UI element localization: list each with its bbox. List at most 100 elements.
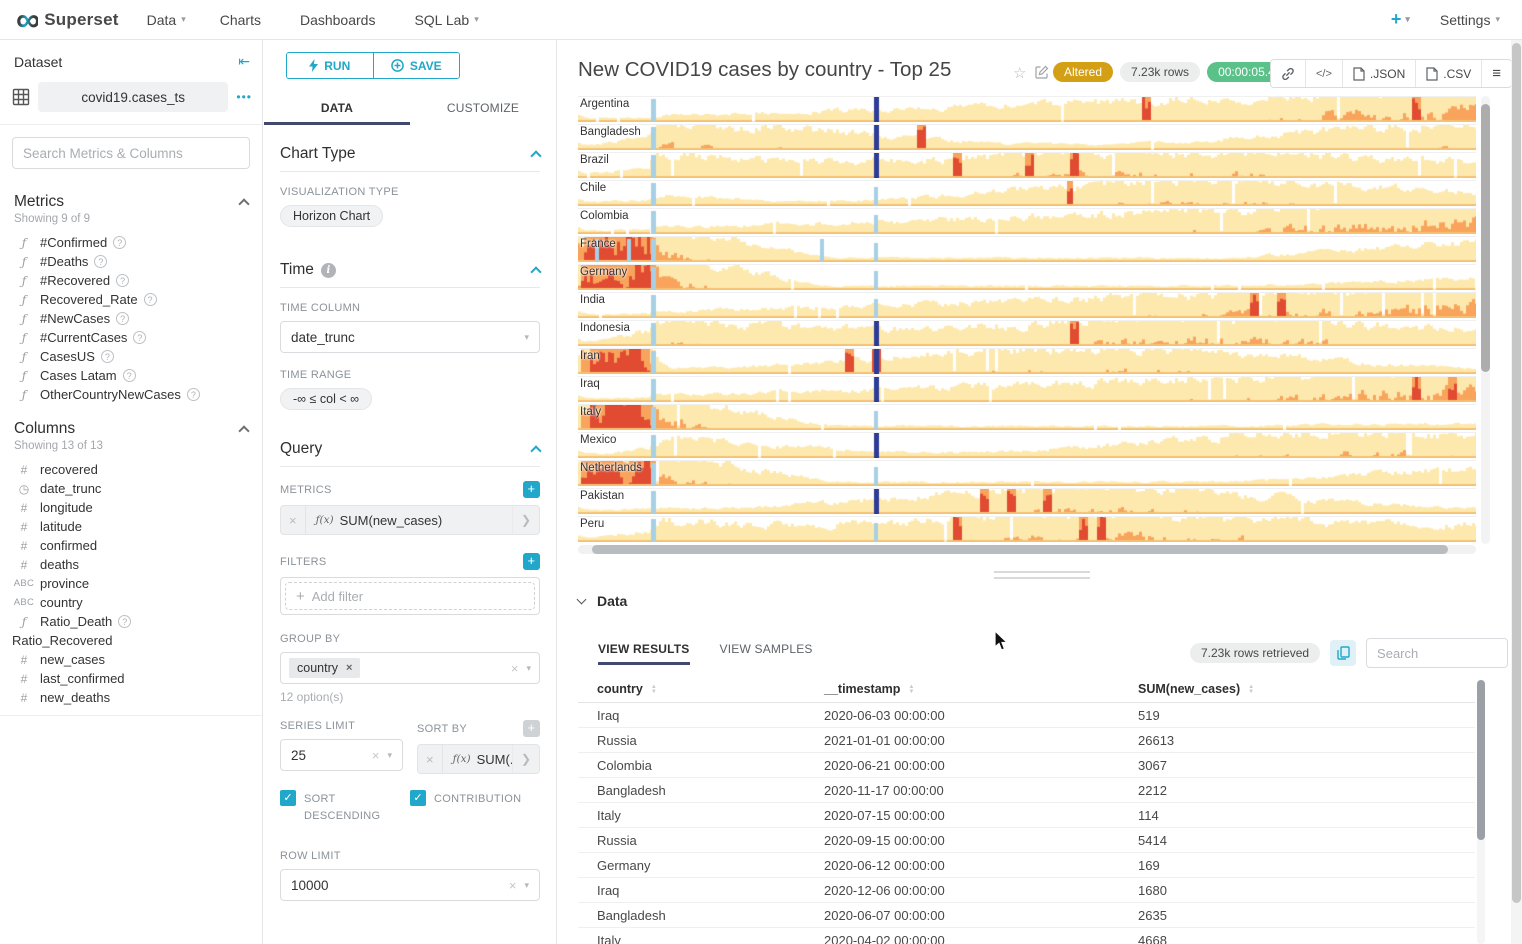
metric-item[interactable]: ƒ #CurrentCases ? (0, 328, 262, 347)
column-item[interactable]: # new_cases ? (0, 650, 262, 669)
series-limit-select[interactable]: 25 × ▾ (280, 739, 403, 771)
info-icon[interactable]: i (321, 263, 336, 278)
export-csv-button[interactable]: .CSV (1416, 60, 1482, 87)
tab-view-results[interactable]: VIEW RESULTS (598, 642, 690, 665)
metric-item[interactable]: ƒ Recovered_Rate ? (0, 290, 262, 309)
column-item[interactable]: # confirmed ? (0, 536, 262, 555)
tab-data[interactable]: DATA (264, 93, 410, 125)
expand-metric-icon[interactable]: ❯ (512, 506, 539, 534)
horizon-row-canvas[interactable] (578, 377, 1476, 402)
horizon-row[interactable]: Bangladesh (578, 124, 1476, 150)
sort-icon[interactable]: ▲▼ (908, 685, 914, 695)
metric-item[interactable]: ƒ CasesUS ? (0, 347, 262, 366)
help-icon[interactable]: ? (94, 255, 107, 268)
help-icon[interactable]: ? (101, 350, 114, 363)
save-button[interactable]: SAVE (373, 53, 460, 78)
column-item[interactable]: # last_confirmed ? (0, 669, 262, 688)
dataset-name[interactable]: covid19.cases_ts (38, 82, 228, 112)
sort-by-pill[interactable]: × ƒ(x) SUM(... ❯ (417, 744, 540, 774)
horizon-row[interactable]: Italy (578, 404, 1476, 430)
edit-title-icon[interactable] (1035, 65, 1049, 83)
help-icon[interactable]: ? (116, 312, 129, 325)
help-icon[interactable]: ? (116, 274, 129, 287)
horizon-row-canvas[interactable] (578, 461, 1476, 486)
superset-logo[interactable]: ∞ Superset (16, 10, 119, 30)
remove-tag-icon[interactable]: × (346, 662, 352, 674)
contribution-checkbox[interactable]: ✓ (410, 790, 426, 806)
horizon-row-canvas[interactable] (578, 349, 1476, 374)
sort-descending-checkbox[interactable]: ✓ (280, 790, 296, 806)
collapse-panel-icon[interactable]: ⇤ (238, 53, 250, 70)
column-header-sum[interactable]: SUM(new_cases)▲▼ (1138, 682, 1438, 696)
horizon-row-canvas[interactable] (578, 265, 1476, 290)
page-scrollbar[interactable] (1511, 40, 1522, 944)
metric-item[interactable]: ƒ #Recovered ? (0, 271, 262, 290)
horizon-row-canvas[interactable] (578, 433, 1476, 458)
help-icon[interactable]: ? (113, 236, 126, 249)
group-by-select[interactable]: country × × ▾ (280, 652, 540, 684)
settings-menu[interactable]: Settings ▾ (1440, 12, 1500, 28)
chart-horizontal-scrollbar[interactable] (578, 545, 1476, 554)
run-button[interactable]: RUN (287, 53, 373, 78)
column-header-country[interactable]: country▲▼ (578, 682, 824, 696)
help-icon[interactable]: ? (118, 615, 131, 628)
remove-sort-icon[interactable]: × (418, 745, 443, 773)
horizon-row[interactable]: Iraq (578, 376, 1476, 402)
horizon-row[interactable]: Peru (578, 516, 1476, 542)
tab-view-samples[interactable]: VIEW SAMPLES (720, 642, 813, 665)
altered-badge[interactable]: Altered (1053, 62, 1113, 82)
metric-pill[interactable]: × ƒ(x) SUM(new_cases) ❯ (280, 505, 540, 535)
results-search-input[interactable] (1366, 638, 1508, 668)
horizon-row[interactable]: France (578, 236, 1476, 262)
add-filter-dropzone[interactable]: + Add filter (285, 582, 535, 610)
add-metric-button[interactable]: + (523, 481, 540, 498)
horizon-row-canvas[interactable] (578, 237, 1476, 262)
clear-icon[interactable]: × (372, 748, 380, 763)
column-item[interactable]: # longitude ? (0, 498, 262, 517)
horizon-row[interactable]: Colombia (578, 208, 1476, 234)
column-item[interactable]: # recovered ? (0, 460, 262, 479)
horizon-row[interactable]: Iran (578, 348, 1476, 374)
data-section-header[interactable]: Data (578, 593, 627, 609)
column-item[interactable]: ABC country ? (0, 593, 262, 612)
chart-vertical-scrollbar[interactable] (1481, 96, 1490, 544)
horizon-row[interactable]: Argentina (578, 96, 1476, 122)
column-item[interactable]: ƒ Ratio_Death ? (0, 612, 262, 631)
horizon-row[interactable]: Germany (578, 264, 1476, 290)
column-item[interactable]: Ratio_Recovered ? (0, 631, 262, 650)
time-range-value[interactable]: -∞ ≤ col < ∞ (280, 388, 372, 410)
scrollbar-thumb[interactable] (592, 545, 1448, 554)
clear-icon[interactable]: × (511, 661, 519, 676)
column-item[interactable]: # latitude ? (0, 517, 262, 536)
clear-icon[interactable]: × (509, 878, 517, 893)
horizon-row[interactable]: Indonesia (578, 320, 1476, 346)
embed-code-button[interactable]: </> (1306, 60, 1343, 87)
horizon-row-canvas[interactable] (578, 153, 1476, 178)
column-item[interactable]: ◷ date_trunc ? (0, 479, 262, 498)
metric-item[interactable]: ƒ Cases Latam ? (0, 366, 262, 385)
help-icon[interactable]: ? (123, 369, 136, 382)
chevron-up-icon[interactable] (238, 425, 249, 436)
export-json-button[interactable]: .JSON (1343, 60, 1416, 87)
viz-type-value[interactable]: Horizon Chart (280, 205, 383, 227)
scrollbar-thumb[interactable] (1512, 43, 1521, 903)
nav-menu-item[interactable]: Charts (220, 12, 266, 28)
horizon-row-canvas[interactable] (578, 405, 1476, 430)
chevron-up-icon[interactable] (530, 266, 541, 277)
panel-resize-handle[interactable] (994, 571, 1090, 583)
copy-data-button[interactable] (1330, 640, 1356, 666)
horizon-row-canvas[interactable] (578, 321, 1476, 346)
horizon-row-canvas[interactable] (578, 181, 1476, 206)
nav-menu-item[interactable]: SQL Lab ▾ (414, 12, 478, 28)
tab-customize[interactable]: CUSTOMIZE (410, 93, 556, 125)
column-header-timestamp[interactable]: __timestamp▲▼ (824, 682, 1138, 696)
sort-icon[interactable]: ▲▼ (651, 685, 657, 695)
horizon-row-canvas[interactable] (578, 517, 1476, 542)
column-item[interactable]: # deaths ? (0, 555, 262, 574)
metric-item[interactable]: ƒ #NewCases ? (0, 309, 262, 328)
column-item[interactable]: # new_deaths ? (0, 688, 262, 707)
horizon-row[interactable]: Brazil (578, 152, 1476, 178)
chevron-up-icon[interactable] (238, 198, 249, 209)
metric-item[interactable]: ƒ #Deaths ? (0, 252, 262, 271)
new-item-button[interactable]: + ▾ (1391, 9, 1410, 30)
